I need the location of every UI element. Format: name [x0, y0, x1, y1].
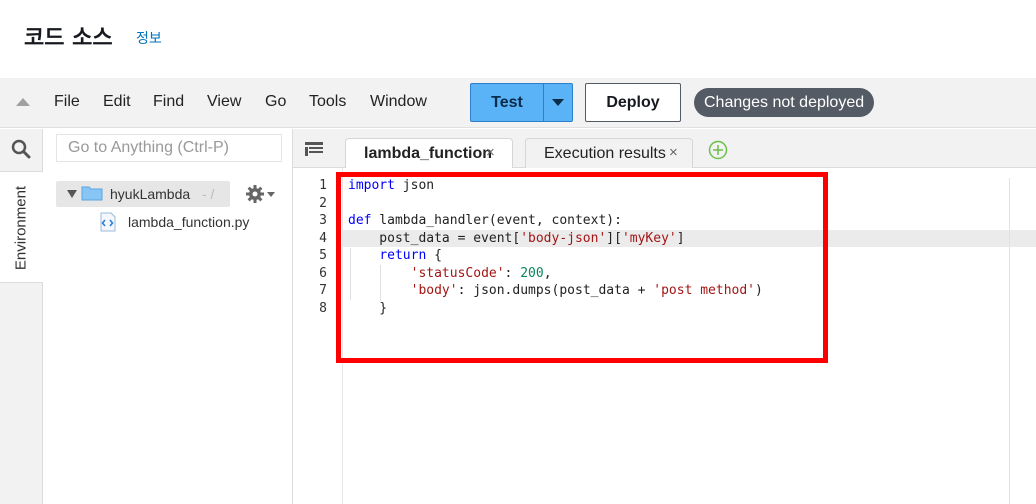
file-item[interactable]: lambda_function.py [98, 212, 278, 232]
gear-dropdown-caret-icon[interactable] [267, 192, 275, 197]
goto-anything-input[interactable] [56, 134, 282, 162]
environment-panel: hyukLambda - / lambda_function.py [43, 129, 293, 504]
line-number: 8 [319, 301, 327, 316]
tab-lambda-function[interactable]: lambda_function × [345, 138, 513, 169]
line-number: 5 [319, 248, 327, 263]
menu-edit[interactable]: Edit [103, 93, 131, 111]
editor-vertical-ruler [1009, 178, 1010, 504]
menu-go[interactable]: Go [265, 93, 286, 111]
highlight-box [336, 172, 828, 363]
collapse-up-icon[interactable] [16, 98, 30, 106]
test-button-group: Test [470, 83, 573, 122]
tab-label: lambda_function [364, 145, 493, 162]
line-number: 1 [319, 178, 327, 193]
menu-window[interactable]: Window [370, 93, 427, 111]
editor-tabbar: lambda_function × Execution results × [293, 129, 1036, 169]
environment-tab[interactable]: Environment [0, 171, 43, 283]
gear-icon[interactable] [245, 184, 265, 204]
add-tab-icon[interactable] [708, 140, 728, 160]
menu-file[interactable]: File [54, 93, 80, 111]
tree-root-label: hyukLambda [110, 186, 191, 202]
menu-tools[interactable]: Tools [309, 93, 346, 111]
close-tab-icon[interactable]: × [669, 144, 678, 161]
left-strip: Environment [0, 129, 43, 504]
tree-root-path: - / [202, 186, 215, 202]
page-title: 코드 소스 [24, 26, 113, 51]
search-icon[interactable] [11, 139, 31, 159]
file-label: lambda_function.py [128, 214, 250, 230]
folder-icon [81, 186, 103, 201]
tab-label: Execution results [544, 145, 666, 162]
page-header: 코드 소스 정보 [0, 0, 1036, 78]
info-link[interactable]: 정보 [136, 28, 162, 48]
line-number: 3 [319, 213, 327, 228]
ide-toolbar: File Edit Find View Go Tools Window Test… [0, 78, 1036, 128]
menu-view[interactable]: View [207, 93, 241, 111]
test-button[interactable]: Test [471, 84, 544, 121]
deploy-button[interactable]: Deploy [585, 83, 681, 122]
line-number: 4 [319, 231, 327, 246]
line-number: 2 [319, 196, 327, 211]
close-tab-icon[interactable]: × [486, 144, 495, 161]
line-number: 6 [319, 266, 327, 281]
tabs-menu-icon[interactable] [305, 142, 323, 156]
line-number: 7 [319, 283, 327, 298]
lambda-code-source-page: 코드 소스 정보 File Edit Find View Go Tools Wi… [0, 0, 1036, 504]
environment-tab-label: Environment [12, 185, 30, 271]
expand-caret-icon[interactable] [67, 190, 77, 198]
test-dropdown-caret-icon[interactable] [544, 84, 572, 121]
tab-execution-results[interactable]: Execution results × [525, 138, 693, 168]
status-badge: Changes not deployed [694, 88, 875, 117]
python-file-icon [100, 212, 116, 232]
menu-find[interactable]: Find [153, 93, 184, 111]
tree-root-folder[interactable]: hyukLambda - / [56, 181, 230, 207]
